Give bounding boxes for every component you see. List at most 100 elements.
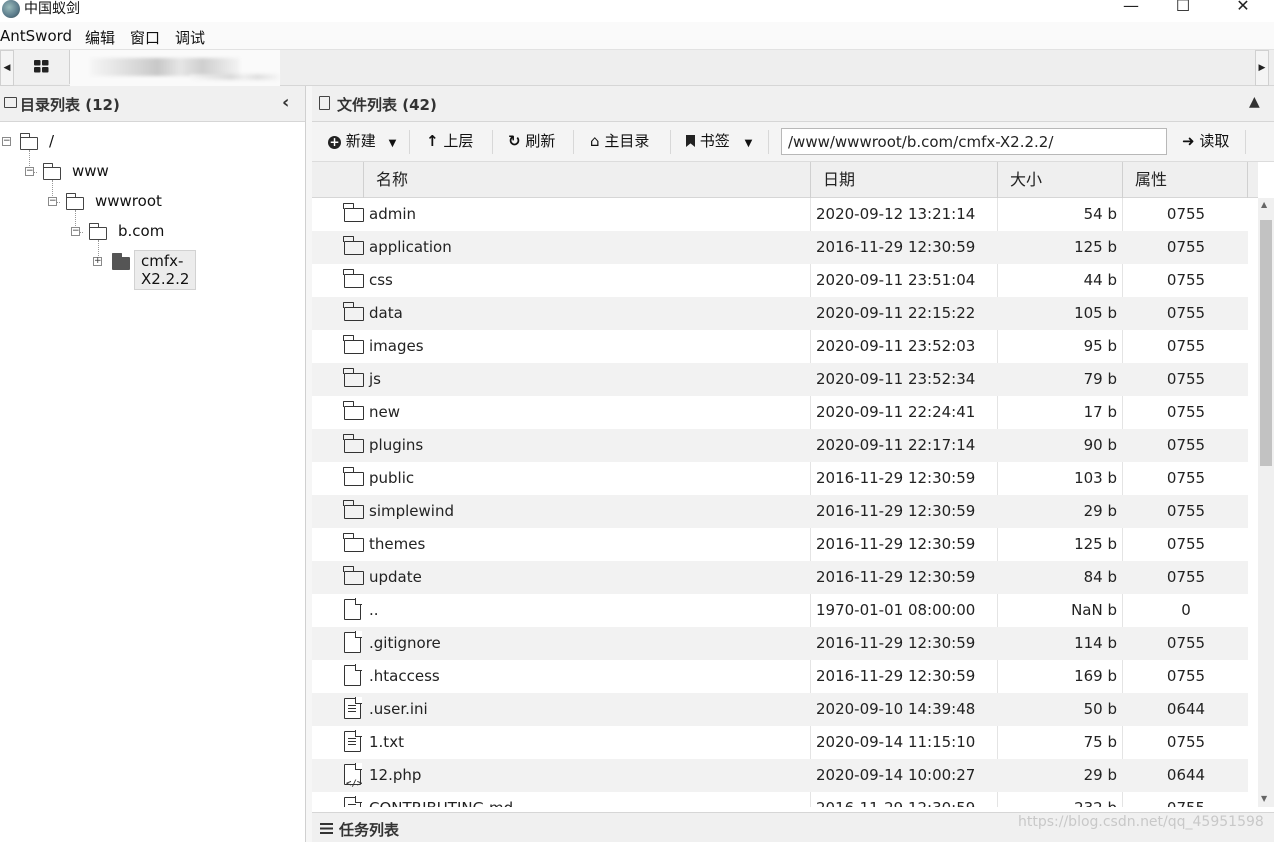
up-button[interactable]: ↑ 上层 bbox=[426, 130, 473, 154]
tree-node-label: b.com bbox=[118, 222, 165, 240]
column-header-attr[interactable]: 属性 bbox=[1123, 162, 1248, 198]
tree-node-cmfx[interactable]: + cmfx-X2.2.2 bbox=[0, 248, 197, 290]
folder-icon bbox=[326, 363, 364, 396]
file-name: update bbox=[369, 568, 422, 586]
file-icon bbox=[326, 660, 362, 693]
file-panel-title: 文件列表 (42) bbox=[337, 96, 437, 114]
redacted-tab-detail bbox=[190, 74, 280, 80]
file-date: 2020-09-12 13:21:14 bbox=[816, 205, 976, 223]
file-row[interactable]: public 2016-11-29 12:30:59 103 b 0755 bbox=[312, 462, 1248, 495]
tab-shell-session[interactable] bbox=[70, 50, 280, 86]
file-size: 232 b bbox=[998, 792, 1117, 807]
path-input[interactable] bbox=[781, 128, 1167, 155]
file-date: 2016-11-29 12:30:59 bbox=[816, 502, 976, 520]
file-date: 2016-11-29 12:30:59 bbox=[816, 535, 976, 553]
menu-window[interactable]: 窗口 bbox=[130, 27, 160, 48]
file-row[interactable]: data 2020-09-11 22:15:22 105 b 0755 bbox=[312, 297, 1248, 330]
column-header-size[interactable]: 大小 bbox=[998, 162, 1123, 198]
menu-edit[interactable]: 编辑 bbox=[85, 27, 115, 48]
file-row[interactable]: simplewind 2016-11-29 12:30:59 29 b 0755 bbox=[312, 495, 1248, 528]
tree-toggle-collapse-icon[interactable]: − bbox=[71, 227, 80, 236]
file-name: 12.php bbox=[369, 766, 422, 784]
collapse-left-icon[interactable]: ‹ bbox=[282, 92, 289, 113]
home-dir-button[interactable]: ⌂ 主目录 bbox=[590, 130, 649, 154]
tab-home[interactable] bbox=[14, 50, 70, 84]
maximize-button[interactable]: ☐ bbox=[1160, 0, 1206, 18]
bookmark-label: 书签 bbox=[699, 132, 730, 150]
file-date: 2020-09-10 14:39:48 bbox=[816, 700, 976, 718]
tab-scroll-right-icon[interactable]: ▶ bbox=[1255, 50, 1269, 86]
file-date: 2016-11-29 12:30:59 bbox=[816, 238, 976, 256]
tree-toggle-collapse-icon[interactable]: − bbox=[25, 167, 34, 176]
scroll-up-arrow-icon[interactable]: ▲ bbox=[1261, 200, 1267, 209]
file-name: data bbox=[369, 304, 403, 322]
file-size: 169 b bbox=[1074, 667, 1117, 685]
folder-icon bbox=[326, 198, 364, 231]
file-grid-scrollbar[interactable]: ▲ ▼ bbox=[1258, 198, 1274, 807]
file-row[interactable]: </> 12.php 2020-09-14 10:00:27 29 b 0644 bbox=[312, 759, 1248, 792]
file-name: .. bbox=[369, 601, 379, 619]
folder-icon bbox=[88, 223, 107, 240]
file-row[interactable]: 1.txt 2020-09-14 11:15:10 75 b 0755 bbox=[312, 726, 1248, 759]
file-row[interactable]: .. 1970-01-01 08:00:00 NaN b 0 bbox=[312, 594, 1248, 627]
scroll-down-arrow-icon[interactable]: ▼ bbox=[1261, 794, 1267, 803]
file-row[interactable]: themes 2016-11-29 12:30:59 125 b 0755 bbox=[312, 528, 1248, 561]
file-size: 17 b bbox=[1083, 403, 1117, 421]
file-attr: 0755 bbox=[1166, 502, 1206, 520]
file-date: 2020-09-11 23:52:34 bbox=[816, 370, 976, 388]
tree-node-root[interactable]: − / bbox=[0, 128, 54, 156]
file-date: 2020-09-11 23:51:04 bbox=[816, 271, 976, 289]
collapse-up-icon[interactable]: ▲ bbox=[1249, 94, 1260, 110]
read-button[interactable]: ➜ 读取 bbox=[1182, 130, 1229, 154]
menu-debug[interactable]: 调试 bbox=[175, 27, 205, 48]
close-button[interactable]: ✕ bbox=[1220, 0, 1266, 18]
file-row[interactable]: update 2016-11-29 12:30:59 84 b 0755 bbox=[312, 561, 1248, 594]
tree-node-wwwroot[interactable]: − wwwroot bbox=[0, 188, 162, 216]
text-file-icon bbox=[326, 726, 362, 759]
file-row[interactable]: admin 2020-09-12 13:21:14 54 b 0755 bbox=[312, 198, 1248, 231]
file-date: 2020-09-11 22:24:41 bbox=[816, 403, 976, 421]
file-attr: 0755 bbox=[1166, 469, 1206, 487]
file-row[interactable]: .gitignore 2016-11-29 12:30:59 114 b 0755 bbox=[312, 627, 1248, 660]
new-button[interactable]: + 新建 ▼ bbox=[328, 130, 396, 154]
file-row[interactable]: application 2016-11-29 12:30:59 125 b 0755 bbox=[312, 231, 1248, 264]
file-row[interactable]: CONTRIBUTING.md 2016-11-29 12:30:59 232 b 0… bbox=[312, 792, 1248, 807]
bookmark-button[interactable]: 书签 ▼ bbox=[686, 130, 752, 154]
file-attr: 0644 bbox=[1166, 700, 1206, 718]
file-row[interactable]: .user.ini 2020-09-10 14:39:48 50 b 0644 bbox=[312, 693, 1248, 726]
column-header-date[interactable]: 日期 bbox=[811, 162, 998, 198]
menu-antsword[interactable]: AntSword bbox=[0, 27, 72, 45]
file-name: themes bbox=[369, 535, 426, 553]
task-panel-title[interactable]: 任务列表 bbox=[339, 819, 399, 840]
tree-node-bcom[interactable]: − b.com bbox=[0, 218, 164, 246]
scrollbar-thumb[interactable] bbox=[1260, 220, 1272, 466]
file-size: 29 b bbox=[1083, 502, 1117, 520]
refresh-label: 刷新 bbox=[525, 132, 556, 150]
file-attr: 0755 bbox=[1166, 733, 1206, 751]
list-icon bbox=[320, 823, 333, 834]
tab-scroll-left-icon[interactable]: ◀ bbox=[0, 50, 14, 86]
file-attr: 0755 bbox=[1166, 403, 1206, 421]
file-grid: admin 2020-09-12 13:21:14 54 b 0755 applicat… bbox=[312, 198, 1258, 807]
tree-toggle-collapse-icon[interactable]: − bbox=[48, 197, 57, 206]
tree-node-label: www bbox=[72, 162, 109, 180]
tree-toggle-collapse-icon[interactable]: − bbox=[2, 137, 11, 146]
minimize-button[interactable]: — bbox=[1108, 0, 1154, 18]
refresh-button[interactable]: ↻ 刷新 bbox=[508, 130, 555, 154]
folder-icon bbox=[42, 163, 61, 180]
file-row[interactable]: css 2020-09-11 23:51:04 44 b 0755 bbox=[312, 264, 1248, 297]
title-bar: 中国蚁剑 — ☐ ✕ bbox=[0, 0, 1274, 22]
file-toolbar: + 新建 ▼ ↑ 上层 ↻ 刷新 ⌂ 主目录 书签 ▼ ➜ 读取 bbox=[312, 122, 1274, 162]
file-row[interactable]: js 2020-09-11 23:52:34 79 b 0755 bbox=[312, 363, 1248, 396]
tree-node-www[interactable]: − www bbox=[0, 158, 109, 186]
file-row[interactable]: images 2020-09-11 23:52:03 95 b 0755 bbox=[312, 330, 1248, 363]
file-size: 84 b bbox=[1083, 568, 1117, 586]
file-name: .gitignore bbox=[369, 634, 441, 652]
file-name: 1.txt bbox=[369, 733, 404, 751]
tree-toggle-expand-icon[interactable]: + bbox=[93, 257, 102, 266]
file-row[interactable]: .htaccess 2016-11-29 12:30:59 169 b 0755 bbox=[312, 660, 1248, 693]
file-row[interactable]: new 2020-09-11 22:24:41 17 b 0755 bbox=[312, 396, 1248, 429]
column-header-name[interactable]: 名称 bbox=[364, 162, 811, 198]
file-attr: 0755 bbox=[1166, 370, 1206, 388]
file-row[interactable]: plugins 2020-09-11 22:17:14 90 b 0755 bbox=[312, 429, 1248, 462]
